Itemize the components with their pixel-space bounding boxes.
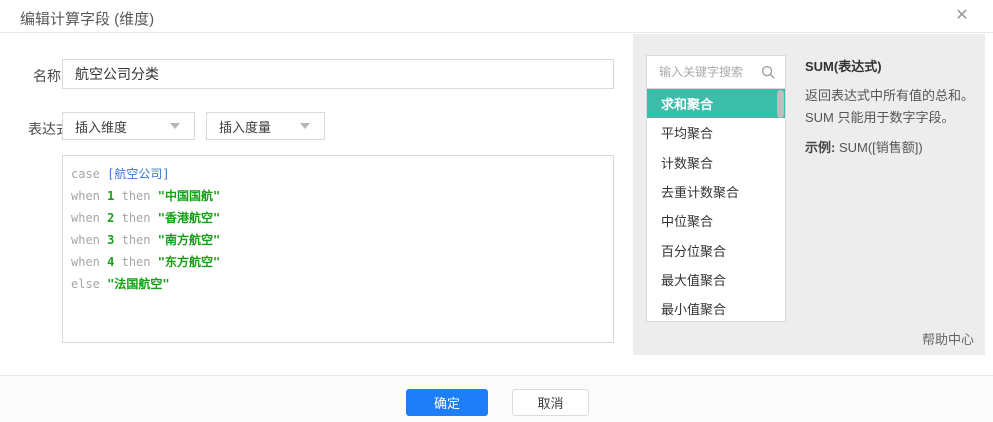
dialog-titlebar: 编辑计算字段 (维度) ✕	[0, 0, 993, 33]
chevron-down-icon	[170, 123, 180, 129]
code-token: "法国航空"	[107, 277, 169, 291]
code-content: case [航空公司]when 1 then "中国国航"when 2 then…	[71, 163, 605, 295]
chevron-down-icon	[300, 123, 310, 129]
code-token: then	[122, 233, 151, 247]
code-token: then	[122, 189, 151, 203]
code-line: case [航空公司]	[71, 163, 605, 185]
aggregation-box: 求和聚合平均聚合计数聚合去重计数聚合中位聚合百分位聚合最大值聚合最小值聚合	[646, 55, 786, 322]
example-label: 示例:	[805, 140, 835, 155]
close-icon[interactable]: ✕	[952, 6, 972, 26]
ok-button[interactable]: 确定	[406, 389, 488, 416]
dialog-title: 编辑计算字段 (维度)	[20, 8, 154, 29]
code-token: "南方航空"	[158, 233, 220, 247]
code-token	[151, 233, 158, 247]
code-token	[114, 233, 121, 247]
code-token: when	[71, 233, 100, 247]
scrollbar-thumb[interactable]	[777, 90, 784, 118]
code-token	[151, 211, 158, 225]
function-help-panel: 求和聚合平均聚合计数聚合去重计数聚合中位聚合百分位聚合最大值聚合最小值聚合 SU…	[633, 34, 985, 355]
code-token: when	[71, 255, 100, 269]
aggregation-list: 求和聚合平均聚合计数聚合去重计数聚合中位聚合百分位聚合最大值聚合最小值聚合	[647, 89, 785, 321]
code-line: when 2 then "香港航空"	[71, 207, 605, 229]
aggregation-item[interactable]: 最大值聚合	[647, 265, 785, 294]
code-token	[114, 211, 121, 225]
edit-calculated-field-dialog: 编辑计算字段 (维度) ✕ 名称 表达式 插入维度 插入度量 case [航空公…	[0, 0, 993, 422]
code-token: else	[71, 277, 100, 291]
aggregation-item[interactable]: 平均聚合	[647, 118, 785, 147]
expression-editor[interactable]: case [航空公司]when 1 then "中国国航"when 2 then…	[62, 155, 614, 343]
aggregation-item[interactable]: 计数聚合	[647, 148, 785, 177]
code-token	[114, 255, 121, 269]
code-token	[151, 189, 158, 203]
code-token: then	[122, 211, 151, 225]
search-input[interactable]	[659, 65, 759, 79]
code-token: when	[71, 211, 100, 225]
code-token: case	[71, 167, 100, 181]
code-token: "中国国航"	[158, 189, 220, 203]
code-token: then	[122, 255, 151, 269]
aggregation-item[interactable]: 中位聚合	[647, 206, 785, 235]
aggregation-item[interactable]: 去重计数聚合	[647, 177, 785, 206]
cancel-button[interactable]: 取消	[512, 389, 589, 416]
example-value: SUM([销售额])	[839, 140, 923, 155]
code-token: [航空公司]	[107, 167, 169, 181]
code-token: "香港航空"	[158, 211, 220, 225]
code-line: when 4 then "东方航空"	[71, 251, 605, 273]
insert-measure-label: 插入度量	[207, 117, 300, 136]
aggregation-item[interactable]: 百分位聚合	[647, 235, 785, 264]
code-token: when	[71, 189, 100, 203]
insert-dimension-dropdown[interactable]: 插入维度	[62, 112, 195, 140]
code-token: "东方航空"	[158, 255, 220, 269]
aggregation-item[interactable]: 最小值聚合	[647, 294, 785, 321]
code-line: else "法国航空"	[71, 273, 605, 295]
dialog-footer: 确定 取消	[0, 375, 993, 422]
aggregation-item[interactable]: 求和聚合	[647, 89, 785, 118]
code-line: when 3 then "南方航空"	[71, 229, 605, 251]
code-token	[151, 255, 158, 269]
function-description: SUM(表达式) 返回表达式中所有值的总和。SUM 只能用于数字字段。 示例: …	[805, 56, 975, 158]
help-center-link[interactable]: 帮助中心	[922, 329, 974, 348]
search-row	[647, 56, 785, 89]
code-line: when 1 then "中国国航"	[71, 185, 605, 207]
function-title: SUM(表达式)	[805, 56, 975, 75]
function-body: 返回表达式中所有值的总和。SUM 只能用于数字字段。	[805, 85, 975, 129]
insert-measure-dropdown[interactable]: 插入度量	[206, 112, 325, 140]
function-example: 示例: SUM([销售额])	[805, 138, 975, 158]
insert-dimension-label: 插入维度	[63, 117, 170, 136]
search-icon	[761, 65, 776, 80]
name-input[interactable]	[62, 59, 614, 89]
code-token	[114, 189, 121, 203]
name-label: 名称	[33, 66, 61, 86]
